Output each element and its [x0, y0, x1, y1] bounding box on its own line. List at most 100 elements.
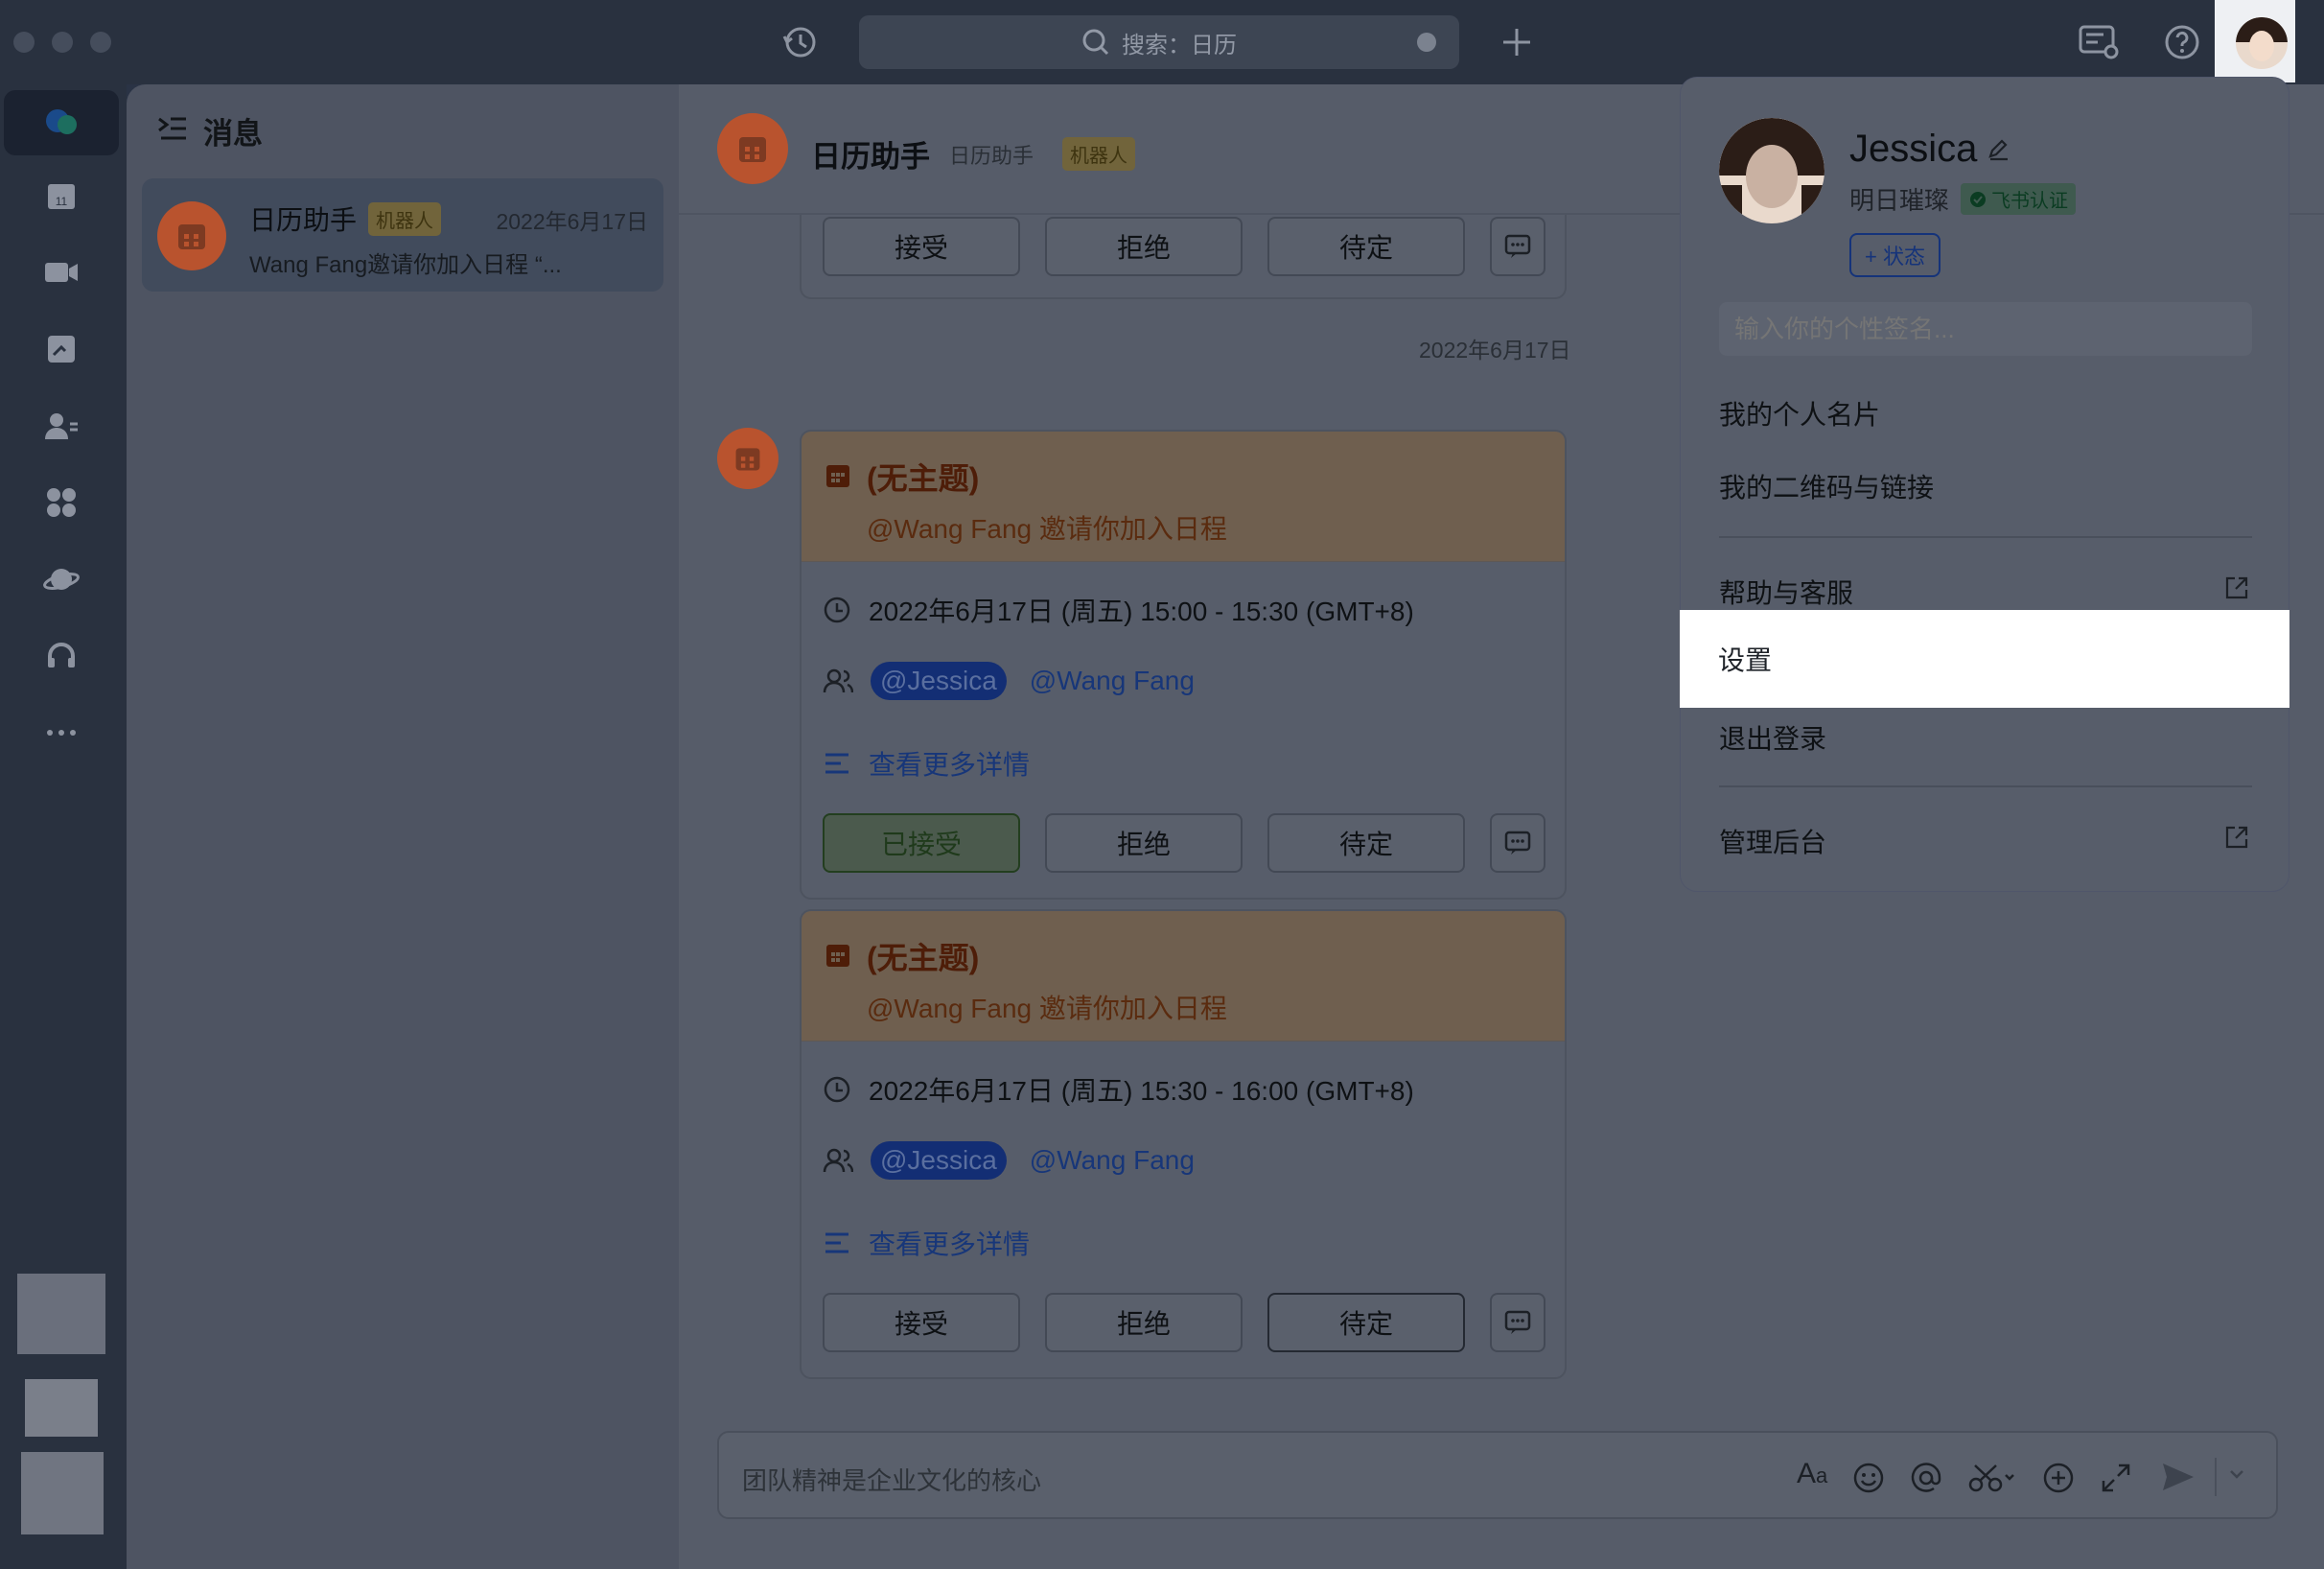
chevron-down-icon[interactable] — [2228, 1467, 2245, 1481]
decline-button[interactable]: 拒绝 — [1045, 217, 1243, 276]
svg-text:11: 11 — [56, 195, 68, 208]
add-icon[interactable] — [1498, 23, 1536, 61]
view-details-link[interactable]: 查看更多详情 — [823, 1224, 1030, 1262]
add-status-button[interactable]: + 状态 — [1849, 233, 1941, 277]
menu-item-profile-card[interactable]: 我的个人名片 — [1719, 394, 1880, 433]
calendar-bot-avatar[interactable] — [717, 428, 779, 489]
accept-button[interactable]: 接受 — [823, 1293, 1020, 1352]
history-icon[interactable] — [780, 23, 819, 61]
text-format-icon[interactable]: Aa — [1797, 1458, 1827, 1490]
pinned-app-tile[interactable] — [21, 1452, 104, 1534]
attendees-icon — [823, 667, 853, 695]
screenshot-scissors-icon[interactable] — [1967, 1462, 2017, 1494]
apps-grid-icon — [44, 485, 79, 520]
chat-name: 日历助手 — [249, 205, 358, 235]
previous-invite-card: 接受 拒绝 待定 — [800, 215, 1567, 299]
chat-subtitle: 日历助手 — [949, 143, 1034, 168]
bot-tag: 机器人 — [1062, 137, 1136, 171]
sidebar-item-explore[interactable] — [4, 547, 119, 612]
contacts-icon — [42, 409, 81, 443]
window-close-button[interactable] — [13, 32, 35, 53]
emoji-icon[interactable] — [1852, 1462, 1885, 1494]
event-time: 2022年6月17日 (周五) 15:30 - 16:00 (GMT+8) — [869, 1076, 1414, 1106]
divider — [2215, 1458, 2217, 1496]
details-list-icon — [823, 1230, 851, 1255]
window-zoom-button[interactable] — [90, 32, 111, 53]
decline-button[interactable]: 拒绝 — [1045, 813, 1243, 873]
sidebar-item-video[interactable] — [4, 240, 119, 305]
menu-item-help[interactable]: 帮助与客服 — [1719, 573, 1853, 611]
profile-avatar-button[interactable] — [2215, 0, 2295, 82]
send-icon[interactable] — [2159, 1458, 2197, 1496]
menu-item-logout[interactable]: 退出登录 — [1719, 718, 1826, 757]
profile-avatar[interactable] — [1719, 118, 1824, 223]
sidebar-item-docs[interactable] — [4, 316, 119, 382]
menu-item-settings-label: 设置 — [1718, 645, 1773, 675]
pinned-app-tile[interactable] — [25, 1379, 98, 1437]
chat-title: 日历助手 — [811, 140, 930, 174]
verified-badge: 飞书认证 — [1961, 183, 2077, 215]
help-icon[interactable] — [2163, 23, 2201, 61]
expand-icon[interactable] — [2100, 1462, 2132, 1494]
sidebar-item-calendar[interactable]: 11 — [4, 163, 119, 228]
event-title: (无主题) — [867, 461, 980, 496]
search-icon — [1081, 28, 1110, 57]
mention-icon[interactable] — [1910, 1462, 1942, 1494]
comment-button[interactable] — [1490, 217, 1545, 276]
tentative-button[interactable]: 待定 — [1267, 813, 1465, 873]
list-title: 消息 — [203, 117, 263, 151]
event-time: 2022年6月17日 (周五) 15:00 - 15:30 (GMT+8) — [869, 597, 1414, 626]
comment-icon — [1503, 1309, 1532, 1336]
planet-icon — [42, 562, 81, 597]
external-link-icon — [2223, 824, 2250, 851]
comment-button[interactable] — [1490, 1293, 1545, 1352]
window-minimize-button[interactable] — [52, 32, 73, 53]
decline-button[interactable]: 拒绝 — [1045, 1293, 1243, 1352]
sidebar-item-messenger[interactable] — [4, 90, 119, 155]
comment-button[interactable] — [1490, 813, 1545, 873]
sidebar-item-support[interactable] — [4, 623, 119, 689]
add-circle-icon[interactable] — [2042, 1462, 2075, 1494]
tentative-button[interactable]: 待定 — [1267, 1293, 1465, 1352]
profile-popup: Jessica 明日璀璨 飞书认证 + 状态 我的个人名片 我的二维码与链接 帮… — [1680, 77, 2289, 892]
mention-organizer[interactable]: @Wang Fang — [1030, 1145, 1195, 1176]
message-composer[interactable]: 团队精神是企业文化的核心 Aa — [717, 1431, 2278, 1519]
tentative-button[interactable]: 待定 — [1267, 217, 1465, 276]
signature-input[interactable] — [1719, 302, 2252, 356]
pinned-app-tile[interactable] — [17, 1274, 105, 1354]
search-label: 搜索：日历 — [1122, 32, 1237, 59]
edit-pencil-icon[interactable] — [1987, 137, 2011, 162]
clear-search-icon[interactable] — [1417, 33, 1436, 52]
accept-button[interactable]: 接受 — [823, 217, 1020, 276]
mention-self[interactable]: @Jessica — [871, 662, 1007, 700]
accepted-button[interactable]: 已接受 — [823, 813, 1020, 873]
view-details-link[interactable]: 查看更多详情 — [823, 744, 1030, 783]
search-bar[interactable]: 搜索：日历 — [859, 15, 1459, 69]
sidebar-item-workplace[interactable] — [4, 470, 119, 535]
sidebar-item-contacts[interactable] — [4, 393, 119, 458]
calendar-bot-avatar[interactable] — [717, 113, 788, 184]
mention-organizer[interactable]: @Wang Fang — [1030, 666, 1195, 696]
clock-icon — [823, 1075, 851, 1104]
menu-item-admin[interactable]: 管理后台 — [1719, 822, 1826, 860]
menu-divider — [1719, 785, 2252, 787]
comment-icon — [1503, 233, 1532, 260]
view-details-text: 查看更多详情 — [869, 1229, 1031, 1259]
announcement-icon[interactable] — [2077, 23, 2119, 61]
menu-divider — [1719, 536, 2252, 538]
calendar-icon: 11 — [44, 178, 79, 213]
invite-card: (无主题) @Wang Fang 邀请你加入日程 2022年6月17日 (周五)… — [800, 909, 1567, 1379]
view-details-text: 查看更多详情 — [869, 750, 1031, 780]
sidebar-item-more[interactable] — [4, 700, 119, 765]
chat-list-item[interactable]: 日历助手 机器人 2022年6月17日 Wang Fang邀请你加入日程 “..… — [142, 178, 663, 292]
event-title: (无主题) — [867, 941, 980, 975]
collapse-list-icon[interactable] — [157, 115, 188, 142]
menu-item-settings[interactable]: 设置 — [1680, 610, 2289, 708]
mention-self[interactable]: @Jessica — [871, 1141, 1007, 1180]
profile-name: Jessica — [1849, 128, 1978, 170]
menu-item-qr-code[interactable]: 我的二维码与链接 — [1719, 467, 1934, 505]
comment-icon — [1503, 830, 1532, 856]
title-bar: 搜索：日历 — [0, 0, 2324, 84]
invite-card: (无主题) @Wang Fang 邀请你加入日程 2022年6月17日 (周五)… — [800, 430, 1567, 900]
bot-tag: 机器人 — [368, 201, 442, 236]
